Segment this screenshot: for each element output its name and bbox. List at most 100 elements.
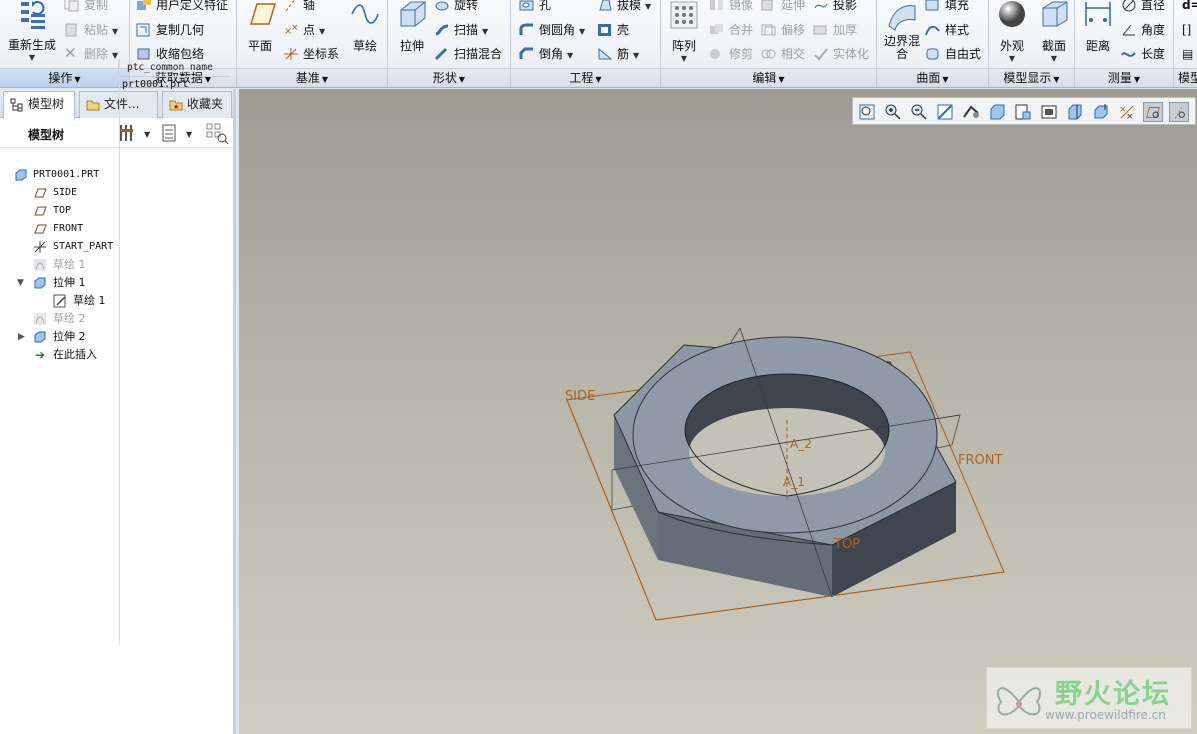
navigator-tabs: 模型树 文件... ★ 收藏夹: [0, 89, 233, 119]
section-button[interactable]: 截面 ▼: [1033, 0, 1075, 63]
saved-orientations-icon[interactable]: [1013, 102, 1033, 122]
tab-model-tree[interactable]: 模型树: [3, 91, 75, 119]
group-label-shapes[interactable]: 形状 ▼: [388, 68, 510, 87]
delete-button[interactable]: ✕ 删除 ▼: [64, 43, 118, 65]
section-view-icon[interactable]: [1065, 102, 1085, 122]
insert-arrow-icon: ➔: [35, 348, 46, 362]
paste-button[interactable]: 粘贴 ▼: [64, 19, 118, 41]
model-tree-icon: [10, 98, 23, 112]
round-button[interactable]: 倒圆角 ▼: [519, 19, 585, 41]
plane-display-icon[interactable]: [1143, 102, 1163, 122]
sketch-label: 草绘: [352, 39, 377, 53]
thicken-button[interactable]: 加厚: [813, 19, 857, 41]
extend-icon: [761, 0, 773, 11]
project-icon: [814, 3, 828, 9]
length-button[interactable]: 长度: [1121, 43, 1165, 65]
datum-plane-button[interactable]: 平面: [241, 0, 279, 54]
boundary-blend-button[interactable]: 边界混合: [881, 0, 923, 61]
model-graphics[interactable]: SIDE FRONT TOP A_2 A_1: [239, 89, 1197, 734]
datum-point-button[interactable]: × × 点 ▼: [283, 19, 325, 41]
perspective-icon[interactable]: [961, 102, 981, 122]
datum-plane-icon: [34, 188, 47, 198]
model-tree-title: 模型树: [28, 128, 65, 142]
pattern-button[interactable]: 阵列 ▼: [663, 0, 705, 63]
part-icon: [15, 169, 27, 181]
swept-blend-icon: [434, 47, 448, 61]
distance-button[interactable]: 距离: [1077, 0, 1119, 54]
zoom-out-icon[interactable]: [909, 102, 929, 122]
tree-filter-icon[interactable]: [205, 122, 229, 144]
fill-icon: [925, 0, 939, 11]
refit-icon[interactable]: [857, 102, 877, 122]
intersect-button[interactable]: 相交: [761, 43, 805, 65]
angle-button[interactable]: 角度: [1121, 19, 1165, 41]
datum-csys-button[interactable]: 坐标系: [283, 43, 339, 65]
offset-button[interactable]: 偏移: [761, 19, 805, 41]
datum-label-front[interactable]: FRONT: [958, 453, 1002, 468]
extend-button[interactable]: 延伸: [761, 0, 805, 16]
hole-button[interactable]: 孔: [519, 0, 551, 16]
group-label-surfaces[interactable]: 曲面 ▼: [877, 68, 988, 87]
annotation-display-icon[interactable]: [1091, 102, 1111, 122]
view-manager-icon[interactable]: [1039, 102, 1059, 122]
shell-button[interactable]: 壳: [597, 19, 629, 41]
zoom-in-icon[interactable]: [883, 102, 903, 122]
draft-button[interactable]: 拔模 ▼: [597, 0, 651, 16]
axis-display-icon[interactable]: [1169, 102, 1189, 122]
collapse-arrow-icon[interactable]: ▼: [17, 274, 24, 292]
group-label-operations[interactable]: 操作 ▼: [0, 68, 129, 87]
datum-label-side[interactable]: SIDE: [565, 389, 595, 404]
datum-display-filters-icon[interactable]: ××: [1117, 102, 1137, 122]
swept-blend-button[interactable]: 扫描混合: [434, 43, 502, 65]
datum-axis-button[interactable]: 轴: [283, 0, 315, 16]
model-intent-item-3[interactable]: ▤: [1182, 43, 1193, 65]
round-icon: [519, 23, 533, 35]
freestyle-button[interactable]: 自由式: [925, 43, 981, 65]
regenerate-button[interactable]: 重新生成 ▼: [4, 0, 60, 62]
style-button[interactable]: 样式: [925, 19, 969, 41]
copy-geometry-button[interactable]: 复制几何: [136, 19, 204, 41]
group-label-model-intent[interactable]: 模型: [1174, 68, 1197, 87]
project-button[interactable]: 投影: [813, 0, 857, 16]
expand-arrow-icon[interactable]: ▶: [18, 328, 25, 346]
solidify-button[interactable]: 实体化: [813, 43, 869, 65]
group-label-measure[interactable]: 测量 ▼: [1075, 68, 1173, 87]
model-intent-item-2[interactable]: []: [1182, 19, 1191, 41]
display-style-icon[interactable]: [987, 102, 1007, 122]
settings-icon[interactable]: ▼: [118, 123, 158, 143]
show-icon[interactable]: ▼: [160, 123, 200, 143]
chamfer-button[interactable]: 倒角 ▼: [519, 43, 573, 65]
model-intent-item[interactable]: d=: [1182, 0, 1197, 16]
sketch-button[interactable]: 草绘: [345, 0, 385, 54]
axis-label-a1[interactable]: A_1: [783, 475, 805, 489]
axis-label-a2[interactable]: A_2: [790, 437, 812, 451]
rib-button[interactable]: 筋 ▼: [597, 43, 639, 65]
merge-button[interactable]: 合并: [709, 19, 753, 41]
mirror-button[interactable]: 镜像: [709, 0, 753, 16]
datum-label-top[interactable]: TOP: [833, 537, 860, 552]
diameter-button[interactable]: 直径: [1121, 0, 1165, 16]
revolve-button[interactable]: 旋转: [434, 0, 478, 16]
tab-favorites[interactable]: ★ 收藏夹: [162, 91, 232, 118]
udf-button[interactable]: 用户定义特征: [136, 0, 228, 16]
sweep-button[interactable]: 扫描 ▼: [434, 19, 488, 41]
trim-button[interactable]: 修剪: [709, 43, 753, 65]
copy-icon: [64, 0, 79, 12]
fill-button[interactable]: 填充: [925, 0, 969, 16]
group-model-display: 外观 ▼ 截面 ▼ 模型显示 ▼: [989, 0, 1075, 87]
group-editing: 阵列 ▼ 镜像 合并 修剪 延伸 偏移 相交 投影 加厚 实体化 编辑 ▼: [661, 0, 877, 87]
extrude-button[interactable]: 拉伸: [392, 0, 432, 54]
column-header-common-name[interactable]: ptc_common_name: [118, 59, 230, 77]
repaint-icon[interactable]: [935, 102, 955, 122]
appearance-button[interactable]: 外观 ▼: [991, 0, 1033, 63]
copy-button[interactable]: 复制: [64, 0, 108, 16]
group-label-model-display[interactable]: 模型显示 ▼: [989, 68, 1074, 87]
thicken-icon: [813, 25, 827, 35]
group-label-engineering[interactable]: 工程 ▼: [511, 68, 660, 87]
folder-icon: [86, 100, 100, 111]
group-label-datum[interactable]: 基准 ▼: [237, 68, 387, 87]
favorites-icon: ★: [169, 100, 183, 111]
sketch-hidden-icon: [34, 313, 46, 325]
offset-icon: [761, 24, 776, 36]
group-label-editing[interactable]: 编辑 ▼: [661, 68, 876, 87]
